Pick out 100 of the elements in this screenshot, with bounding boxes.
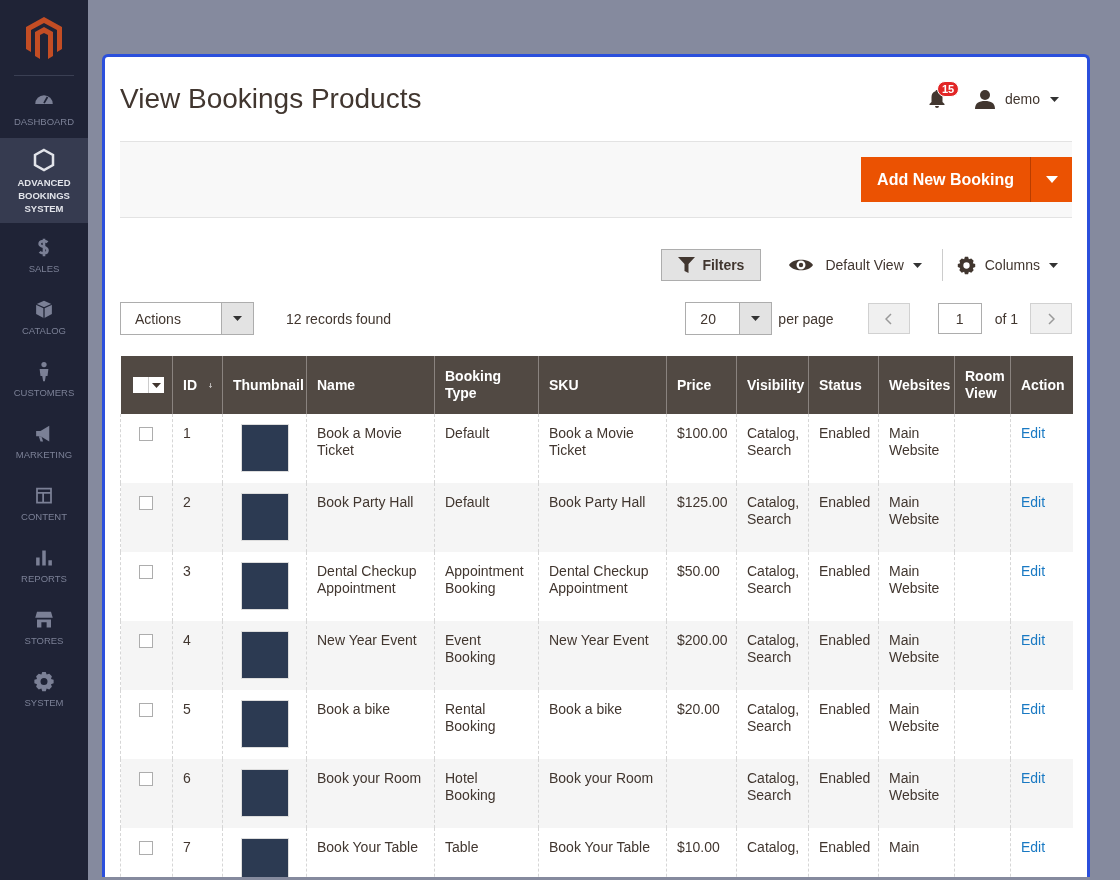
next-page-button[interactable]	[1030, 303, 1072, 334]
table-cell: Book your Room	[549, 770, 654, 786]
photo-placeholder	[240, 769, 289, 817]
sidebar-item[interactable]: REPORTS	[0, 533, 88, 595]
table-cell: 6	[183, 770, 191, 786]
photo-placeholder	[240, 631, 289, 679]
column-header[interactable]: Thumbnail	[222, 356, 307, 414]
table-cell: Main Website	[889, 770, 940, 803]
row-checkbox[interactable]	[139, 634, 153, 648]
actions-select[interactable]: Actions	[120, 302, 254, 335]
edit-link[interactable]: Edit	[1021, 770, 1046, 786]
column-header[interactable]: Price	[666, 356, 737, 414]
edit-link[interactable]: Edit	[1021, 563, 1046, 579]
row-checkbox[interactable]	[139, 772, 153, 786]
table-cell: Enabled	[819, 494, 871, 510]
previous-page-button[interactable]	[867, 303, 910, 334]
table-cell: 4	[183, 632, 191, 648]
table-cell: Book your Room	[317, 770, 422, 786]
caret-icon	[912, 262, 922, 268]
table-cell: Main Website	[889, 563, 940, 596]
user-name[interactable]: demo	[1004, 91, 1040, 107]
edit-link[interactable]: Edit	[1021, 425, 1046, 441]
table-cell: Table	[445, 839, 479, 855]
table-cell: Catalog, Search	[747, 770, 800, 803]
table-cell: Enabled	[819, 425, 871, 441]
photo-placeholder	[240, 838, 289, 877]
column-header[interactable]: Action	[1010, 356, 1073, 414]
logo-icon[interactable]	[26, 16, 62, 59]
table-cell: Main Website	[889, 494, 940, 527]
page-title: View Bookings Products	[120, 83, 423, 115]
storefront-icon	[32, 609, 56, 630]
table-cell: Book Party Hall	[549, 494, 646, 510]
row-checkbox[interactable]	[139, 565, 153, 579]
edit-link[interactable]: Edit	[1021, 839, 1046, 855]
settings-icon	[32, 671, 56, 692]
table-cell: Main	[889, 839, 920, 855]
per-page-select[interactable]: 20	[685, 302, 773, 335]
column-header[interactable]: Name	[306, 356, 435, 414]
table-cell: $200.00	[677, 632, 728, 648]
table-cell: 7	[183, 839, 191, 855]
table-cell: Main Website	[889, 701, 940, 734]
table-cell: Dental Checkup Appointment	[549, 563, 649, 596]
table-cell: Book a Movie Ticket	[549, 425, 634, 458]
table-cell: 2	[183, 494, 191, 510]
columns-dropdown[interactable]: Columns	[984, 257, 1058, 273]
table-cell: $100.00	[677, 425, 728, 441]
table-cell: 1	[183, 425, 191, 441]
column-header[interactable]: Status	[808, 356, 879, 414]
table-cell: Default	[445, 494, 490, 510]
row-checkbox[interactable]	[139, 703, 153, 717]
table-cell: Catalog, Search	[747, 632, 800, 665]
eye-icon	[789, 258, 814, 272]
sidebar-item[interactable]: CUSTOMERS	[0, 347, 88, 409]
sidebar-item[interactable]: MARKETING	[0, 409, 88, 471]
column-header[interactable]: ID	[183, 376, 197, 394]
column-header[interactable]: Room View	[954, 356, 1011, 414]
table-cell: Book Party Hall	[317, 494, 414, 510]
edit-link[interactable]: Edit	[1021, 701, 1046, 717]
user-icon[interactable]	[974, 89, 995, 109]
row-checkbox[interactable]	[139, 841, 153, 855]
sidebar-item[interactable]: SALES	[0, 223, 88, 285]
chevron-left-icon	[885, 312, 893, 325]
table-cell: Main Website	[889, 632, 940, 665]
per-page-label: per page	[778, 310, 834, 327]
filters-button[interactable]: Filters	[661, 249, 762, 281]
select-all-checkbox[interactable]	[132, 377, 148, 393]
table-cell: Event Booking	[445, 632, 496, 665]
table-cell: $20.00	[677, 701, 720, 717]
caret-icon	[1049, 262, 1058, 268]
sidebar-item[interactable]: CATALOG	[0, 285, 88, 347]
row-checkbox[interactable]	[139, 427, 153, 441]
dropdown-toggle-button[interactable]	[1030, 157, 1072, 202]
notification-count: 15	[936, 81, 960, 97]
column-header[interactable]: SKU	[538, 356, 667, 414]
caret-icon	[233, 316, 242, 321]
row-checkbox[interactable]	[139, 496, 153, 510]
mass-select-control[interactable]	[132, 377, 164, 393]
column-header[interactable]: Visibility	[736, 356, 809, 414]
sidebar-item[interactable]: STORES	[0, 595, 88, 657]
page-number-field[interactable]: 1	[937, 303, 982, 334]
sidebar-item[interactable]: DASHBOARD	[0, 76, 88, 138]
edit-link[interactable]: Edit	[1021, 494, 1046, 510]
sidebar-item[interactable]: ADVANCED BOOKINGS SYSTEM	[0, 138, 88, 223]
view-dropdown[interactable]: Default View	[825, 257, 922, 273]
add-new-booking-button[interactable]: Add New Booking	[861, 157, 1030, 202]
table-cell: Default	[445, 425, 490, 441]
table-cell: Hotel Booking	[445, 770, 496, 803]
column-header[interactable]: Websites	[878, 356, 955, 414]
caret-icon	[751, 316, 761, 321]
sidebar-item[interactable]: CONTENT	[0, 471, 88, 533]
caret-icon	[1050, 96, 1059, 102]
table-cell: Appointment Booking	[445, 563, 524, 596]
column-header[interactable]: Booking Type	[434, 356, 539, 414]
table-cell: 3	[183, 563, 191, 579]
edit-link[interactable]: Edit	[1021, 632, 1046, 648]
sidebar-item[interactable]: SYSTEM	[0, 657, 88, 719]
table-cell: Enabled	[819, 770, 871, 786]
hexagon-icon	[32, 148, 56, 172]
photo-placeholder	[240, 424, 289, 472]
table-cell: Book Your Table	[549, 839, 650, 855]
